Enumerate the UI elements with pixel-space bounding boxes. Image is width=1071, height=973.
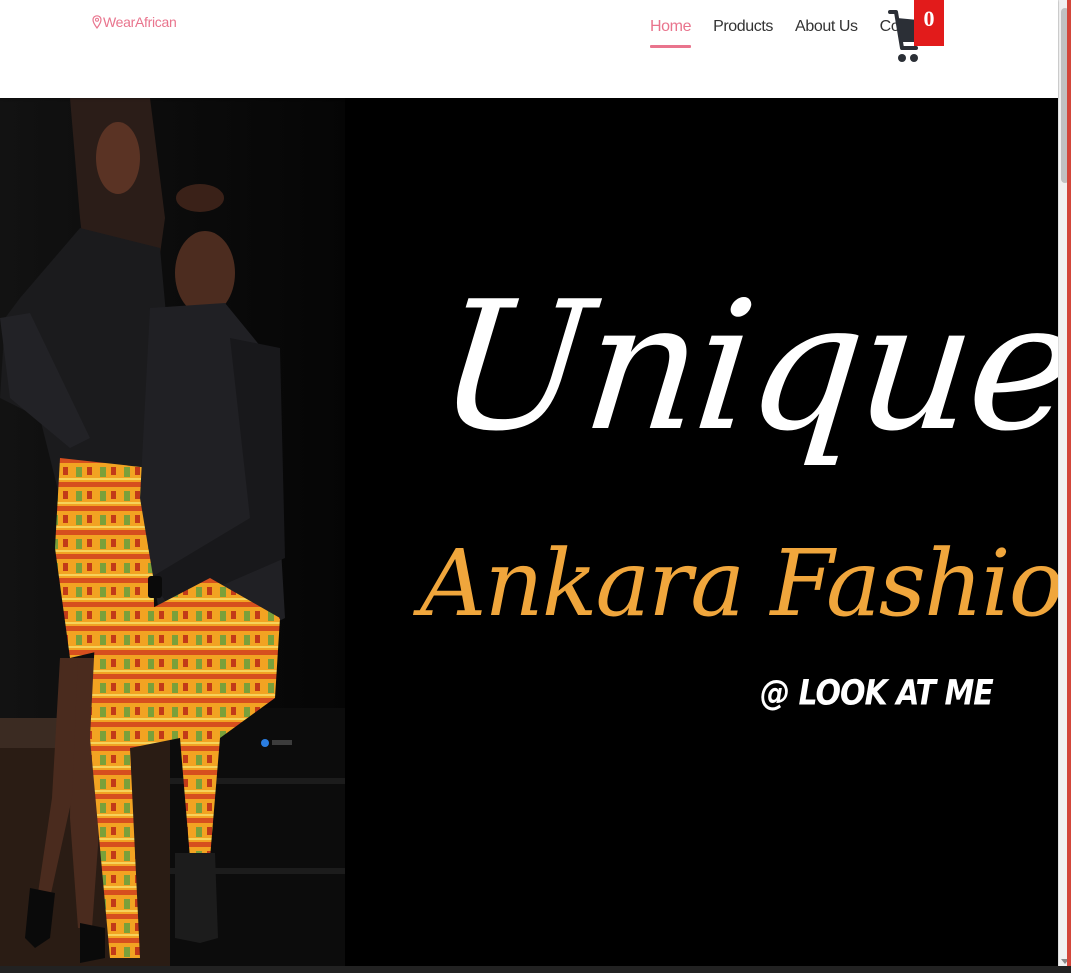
window-edge (1067, 0, 1071, 966)
cart-button[interactable]: 0 (888, 0, 946, 70)
brand-name: WearAfrican (103, 14, 177, 30)
hero-tagline: @ LOOK AT ME (760, 673, 994, 714)
couple-photo (0, 98, 345, 966)
nav-about-us[interactable]: About Us (795, 18, 858, 36)
hero-subheadline: Ankara Fashion (420, 530, 1058, 637)
hero-headline: Unique (429, 263, 1058, 470)
hero-banner: Unique Ankara Fashion @ LOOK AT ME (0, 98, 1058, 966)
nav-products[interactable]: Products (713, 18, 773, 36)
navbar: WearAfrican Home Products About Us Conta… (0, 0, 1058, 98)
cart-count-badge: 0 (914, 0, 944, 46)
page: WearAfrican Home Products About Us Conta… (0, 0, 1071, 973)
location-pin-icon (92, 15, 102, 29)
nav-home[interactable]: Home (650, 18, 691, 48)
bottom-edge (0, 966, 1071, 973)
brand-logo[interactable]: WearAfrican (92, 14, 177, 30)
